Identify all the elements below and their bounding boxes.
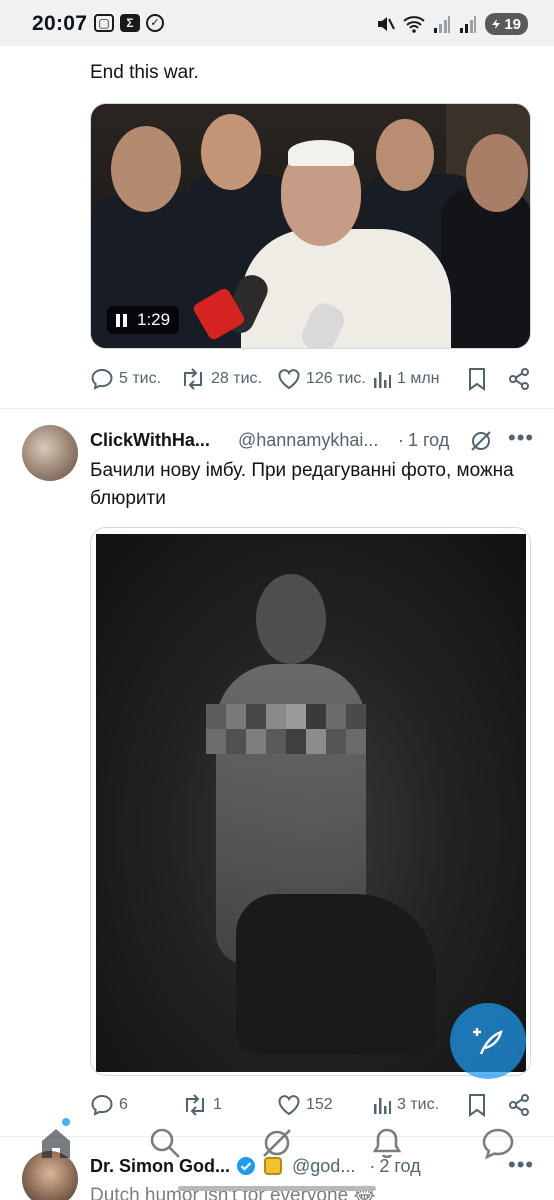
photo-figure	[236, 894, 436, 1054]
grok-icon[interactable]	[260, 1126, 294, 1160]
video-person-robe	[241, 229, 451, 348]
video-duration: 1:29	[137, 310, 171, 329]
pause-icon[interactable]	[116, 313, 127, 327]
compose-button[interactable]	[450, 1003, 526, 1079]
check-circle-icon: ✓	[146, 14, 164, 32]
status-bar: 20:07 ▢ Σ ✓ 19	[0, 0, 554, 46]
repost-button[interactable]: 1	[182, 1094, 222, 1116]
separator-dot: ·	[398, 429, 404, 450]
author-name[interactable]: ClickWithHa...	[90, 430, 230, 451]
author-handle[interactable]: @hannamykhai...	[238, 430, 398, 451]
tweet-text: End this war.	[90, 62, 199, 83]
sigma-icon: Σ	[120, 14, 140, 32]
battery-indicator: 19	[485, 13, 528, 35]
share-icon	[509, 368, 529, 390]
views-count: 3 тис.	[397, 1096, 440, 1113]
repost-count: 1	[213, 1096, 222, 1113]
share-button[interactable]	[508, 1093, 530, 1117]
gesture-home-bar[interactable]	[178, 1186, 376, 1191]
tweet-header: ClickWithHa... @hannamykhai... · 1 год	[90, 428, 449, 452]
status-time: 20:07	[32, 12, 88, 35]
avatar[interactable]	[22, 425, 78, 481]
notifications-icon[interactable]	[370, 1126, 404, 1160]
bookmark-button[interactable]	[467, 367, 487, 391]
repost-count: 28 тис.	[211, 370, 262, 387]
reply-button[interactable]: 5 тис.	[90, 368, 161, 390]
reply-icon	[91, 368, 113, 390]
video-person-head	[201, 114, 261, 190]
views-button[interactable]: 1 млн	[372, 368, 440, 390]
screenshot-icon: ▢	[94, 14, 114, 32]
reply-count: 5 тис.	[119, 370, 162, 387]
views-count: 1 млн	[397, 370, 440, 387]
more-options-icon[interactable]: •••	[508, 425, 534, 451]
tweet-actions: 6 1 152 3 тис.	[90, 1092, 530, 1118]
grok-icon[interactable]	[469, 429, 493, 453]
bookmark-icon	[469, 368, 485, 391]
reply-count: 6	[119, 1096, 128, 1113]
like-button[interactable]: 152	[277, 1094, 333, 1116]
heart-icon	[278, 369, 300, 390]
home-icon[interactable]	[38, 1126, 74, 1160]
wifi-icon	[403, 16, 425, 33]
signal-icon	[460, 16, 477, 33]
video-playback-badge[interactable]: 1:29	[107, 306, 180, 334]
tweet-text: Бачили нову імбу. При редагуванні фото, …	[90, 460, 514, 509]
views-icon	[374, 372, 391, 388]
like-button[interactable]: 126 тис.	[277, 368, 366, 390]
tweet-time[interactable]: 1 год	[408, 430, 449, 451]
repost-icon	[186, 1094, 204, 1116]
photo-figure	[256, 574, 326, 664]
share-button[interactable]	[508, 367, 530, 391]
views-button[interactable]: 3 тис.	[372, 1094, 439, 1116]
tweet-actions: 5 тис. 28 тис. 126 тис. 1 млн	[90, 366, 530, 392]
video-person-cap	[288, 140, 354, 166]
like-count: 126 тис.	[306, 370, 366, 387]
signal-icon	[434, 16, 451, 33]
messages-icon[interactable]	[480, 1126, 516, 1160]
compose-feather-icon	[473, 1028, 503, 1055]
reply-button[interactable]: 6	[90, 1094, 128, 1116]
battery-level: 19	[504, 15, 521, 33]
search-icon[interactable]	[148, 1126, 182, 1160]
heart-icon	[278, 1095, 300, 1116]
tweet-photo[interactable]	[90, 527, 531, 1076]
video-person-head	[376, 119, 434, 191]
repost-button[interactable]: 28 тис.	[180, 368, 262, 390]
mute-icon	[378, 17, 396, 31]
photo-content	[96, 534, 526, 1072]
tweet-video[interactable]: 1:29	[90, 103, 531, 349]
tweet-divider	[0, 408, 554, 409]
reply-icon	[91, 1094, 113, 1116]
video-person-head	[111, 126, 181, 212]
share-icon	[509, 1094, 529, 1116]
repost-icon	[184, 368, 202, 390]
bookmark-button[interactable]	[467, 1093, 487, 1117]
views-icon	[374, 1098, 391, 1114]
like-count: 152	[306, 1096, 333, 1113]
blur-region	[206, 704, 366, 754]
video-person	[441, 189, 530, 348]
video-person-head	[466, 134, 528, 212]
notification-dot	[62, 1118, 70, 1126]
bookmark-icon	[469, 1094, 485, 1117]
